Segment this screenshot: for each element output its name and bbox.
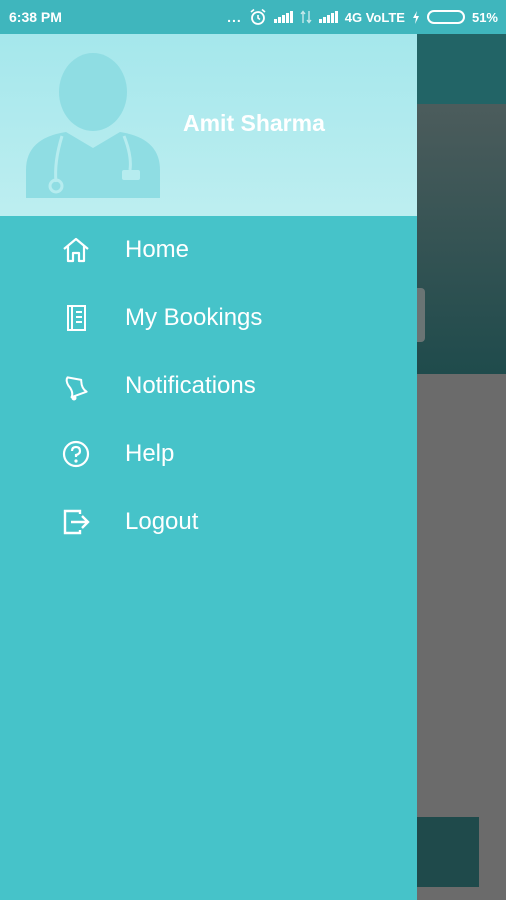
menu-item-help[interactable]: Help: [0, 420, 417, 488]
data-transfer-icon: [300, 10, 312, 24]
help-icon: [58, 436, 94, 472]
home-icon: [58, 232, 94, 268]
background-button: [417, 817, 479, 887]
menu-item-logout[interactable]: Logout: [0, 488, 417, 556]
more-notifications-icon: ...: [227, 9, 242, 25]
menu-item-my-bookings[interactable]: My Bookings: [0, 284, 417, 352]
document-icon: [58, 300, 94, 336]
signal-icon: [273, 11, 293, 23]
battery-percent: 51%: [471, 9, 498, 25]
background-app: [417, 34, 506, 900]
menu-label-logout: Logout: [125, 508, 199, 535]
menu-label-home: Home: [125, 236, 190, 263]
drawer-menu: Home My Bookings Notifications Help Logo…: [0, 216, 417, 556]
bell-icon: [58, 368, 94, 404]
menu-item-home[interactable]: Home: [0, 216, 417, 284]
status-icons: ... 4G VoLTE 51%: [227, 8, 498, 26]
user-name: Amit Sharma: [183, 110, 325, 136]
menu-item-notifications[interactable]: Notifications: [0, 352, 417, 420]
doctor-avatar-icon: [26, 53, 160, 198]
signal-2-icon: [318, 11, 338, 23]
status-bar: 6:38 PM ... 4G VoLTE 51%: [0, 0, 506, 34]
drawer-header: Amit Sharma: [0, 34, 417, 216]
status-time: 6:38 PM: [9, 9, 62, 25]
network-type: 4G VoLTE: [344, 9, 405, 25]
charging-icon: [412, 10, 419, 24]
logout-icon: [58, 504, 94, 540]
alarm-icon: [250, 8, 266, 25]
battery-icon: [426, 10, 465, 24]
menu-label-my-bookings: My Bookings: [125, 304, 263, 331]
menu-label-notifications: Notifications: [125, 372, 256, 399]
menu-label-help: Help: [125, 440, 175, 467]
navigation-drawer: Amit Sharma Home My Bookings Notificatio…: [0, 34, 417, 900]
